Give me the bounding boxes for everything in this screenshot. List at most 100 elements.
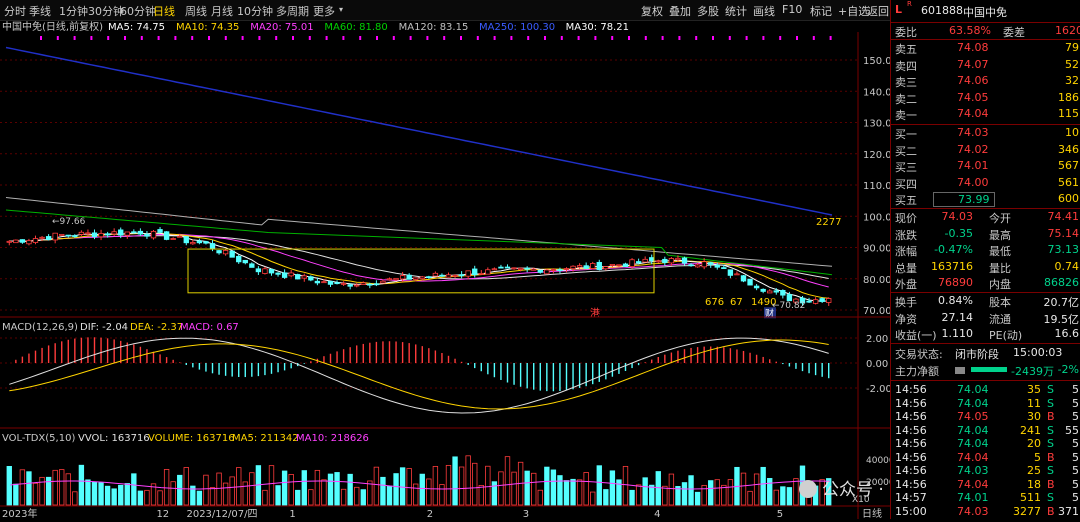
candle-body[interactable] [190, 242, 196, 245]
candle-body[interactable] [209, 243, 216, 250]
candle-body[interactable] [740, 275, 747, 282]
candle-body[interactable] [78, 231, 85, 235]
candle-body[interactable] [45, 236, 52, 240]
candle-body[interactable] [13, 239, 19, 244]
candle-body[interactable] [281, 272, 288, 278]
candle-body[interactable] [668, 258, 675, 264]
candle-body[interactable] [806, 300, 812, 303]
candle-body[interactable] [517, 267, 524, 270]
candle-body[interactable] [557, 269, 563, 271]
candle-body[interactable] [85, 232, 91, 235]
candle-body[interactable] [340, 282, 347, 285]
candle-body[interactable] [262, 268, 268, 274]
candle-body[interactable] [649, 257, 655, 262]
candle-body[interactable] [360, 282, 366, 286]
candle-body[interactable] [616, 264, 622, 267]
candle-body[interactable] [727, 269, 734, 276]
candle-body[interactable] [406, 274, 412, 280]
toolbar-button-1[interactable]: 叠加 [669, 3, 691, 19]
candle-body[interactable] [550, 269, 557, 271]
candle-body[interactable] [150, 230, 157, 239]
toolbar-button-3[interactable]: 统计 [725, 3, 747, 19]
candle-body[interactable] [590, 263, 596, 269]
candle-body[interactable] [485, 269, 491, 275]
candle-body[interactable] [216, 250, 222, 254]
candle-body[interactable] [386, 278, 393, 281]
candle-body[interactable] [393, 277, 399, 281]
candle-body[interactable] [321, 281, 327, 284]
candle-body[interactable] [511, 267, 517, 270]
candle-body[interactable] [773, 290, 779, 293]
candle-body[interactable] [531, 268, 537, 271]
toolbar-button-8[interactable]: 返回 [867, 3, 889, 19]
candle-body[interactable] [583, 265, 589, 269]
candle-body[interactable] [426, 276, 432, 279]
candle-body[interactable] [6, 240, 12, 243]
candle-body[interactable] [439, 274, 445, 277]
candle-body[interactable] [734, 273, 740, 276]
candle-body[interactable] [537, 269, 543, 273]
candle-body[interactable] [170, 238, 176, 240]
period-tab-6[interactable]: 周线 [185, 3, 207, 19]
candle-body[interactable] [52, 232, 58, 241]
candle-body[interactable] [819, 298, 825, 302]
candle-body[interactable] [596, 261, 602, 271]
period-tab-7[interactable]: 月线 [211, 3, 233, 19]
candle-body[interactable] [701, 261, 707, 268]
candle-body[interactable] [59, 233, 65, 236]
toolbar-button-7[interactable]: +自选 [838, 3, 869, 19]
candle-body[interactable] [544, 269, 550, 275]
candle-body[interactable] [203, 241, 209, 244]
candle-body[interactable] [714, 264, 720, 268]
candle-body[interactable] [753, 285, 760, 289]
candle-body[interactable] [432, 272, 439, 277]
candle-body[interactable] [694, 264, 701, 268]
candle-body[interactable] [196, 240, 203, 244]
candle-body[interactable] [458, 274, 465, 277]
candle-body[interactable] [655, 260, 661, 263]
candle-body[interactable] [39, 236, 45, 239]
period-tab-9[interactable]: 多周期 [276, 3, 309, 19]
toolbar-button-4[interactable]: 画线 [753, 3, 775, 19]
candle-body[interactable] [452, 274, 458, 277]
candle-body[interactable] [124, 231, 130, 236]
toolbar-button-0[interactable]: 复权 [641, 3, 663, 19]
candle-body[interactable] [413, 277, 419, 280]
more-chevron-icon[interactable]: ▾ [339, 5, 343, 14]
candle-body[interactable] [642, 258, 648, 263]
candle-body[interactable] [498, 266, 504, 269]
candle-body[interactable] [334, 282, 340, 285]
candle-body[interactable] [708, 262, 714, 265]
candle-body[interactable] [780, 290, 786, 296]
period-tab-3[interactable]: 30分钟 [88, 3, 124, 19]
candle-body[interactable] [242, 259, 248, 264]
period-tab-2[interactable]: 1分钟 [59, 3, 88, 19]
candle-body[interactable] [570, 265, 576, 270]
candle-body[interactable] [399, 275, 406, 280]
candle-body[interactable] [118, 229, 124, 236]
candle-body[interactable] [144, 233, 150, 237]
toolbar-button-2[interactable]: 多股 [697, 3, 719, 19]
candle-body[interactable] [373, 283, 380, 286]
candle-body[interactable] [465, 270, 471, 277]
candle-body[interactable] [767, 290, 773, 294]
candle-body[interactable] [635, 261, 642, 264]
candle-body[interactable] [826, 298, 832, 303]
candle-body[interactable] [91, 232, 98, 238]
candle-body[interactable] [760, 288, 766, 292]
candle-body[interactable] [131, 231, 137, 234]
candle-body[interactable] [177, 235, 183, 238]
candle-body[interactable] [563, 268, 570, 270]
candle-body[interactable] [137, 230, 144, 235]
candle-body[interactable] [255, 268, 262, 273]
candle-body[interactable] [786, 294, 793, 302]
candle-body[interactable] [236, 255, 242, 263]
candle-body[interactable] [675, 257, 681, 261]
candle-body[interactable] [222, 250, 229, 255]
candle-body[interactable] [504, 266, 511, 269]
candle-body[interactable] [32, 238, 39, 243]
kline-chart-svg[interactable]: 中国中免(日线,前复权) MA5: 74.75 MA10: 74.35 MA20: 7… [0, 20, 940, 520]
candle-body[interactable] [812, 299, 819, 304]
candle-body[interactable] [603, 266, 609, 270]
candle-body[interactable] [445, 274, 452, 278]
